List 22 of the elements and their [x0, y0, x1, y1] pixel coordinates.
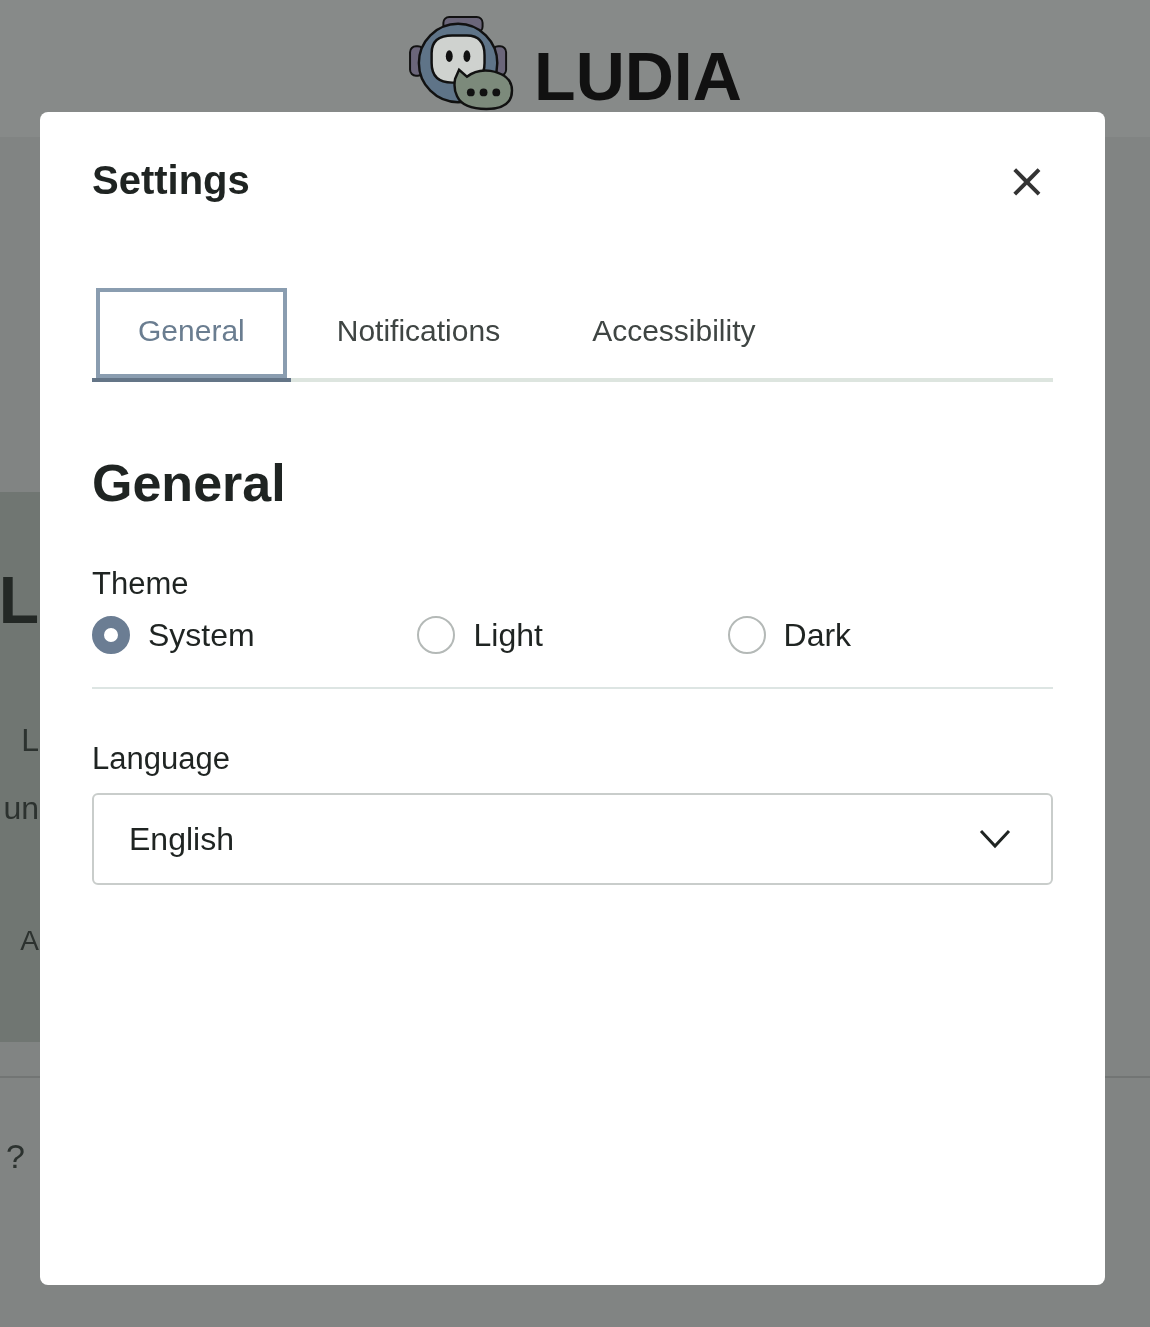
- radio-button[interactable]: [92, 616, 130, 655]
- radio-button[interactable]: [417, 616, 456, 655]
- tab[interactable]: Notifications: [290, 284, 547, 382]
- language-label: Language: [92, 741, 231, 778]
- hero-heading: L: [0, 567, 39, 633]
- theme-label: Theme: [92, 566, 190, 603]
- chevron-down-icon: [979, 829, 1011, 850]
- radio-label[interactable]: Light: [473, 616, 543, 654]
- close-button[interactable]: ×: [1000, 156, 1053, 204]
- radio-label[interactable]: Dark: [783, 616, 852, 654]
- tab[interactable]: Accessibility: [546, 284, 802, 382]
- radio-button[interactable]: [727, 616, 766, 655]
- hero-text: A: [20, 927, 39, 955]
- hero-text: un: [3, 792, 39, 824]
- hero-text: L: [21, 724, 39, 756]
- brand-name: LUDIA: [534, 42, 742, 110]
- language-dropdown[interactable]: English: [92, 793, 1053, 886]
- radio-label[interactable]: System: [148, 616, 255, 654]
- footer-text: ?: [6, 1137, 25, 1176]
- section-heading: General: [92, 453, 287, 514]
- dialog-title: Settings: [92, 157, 250, 204]
- tab[interactable]: General: [92, 284, 291, 382]
